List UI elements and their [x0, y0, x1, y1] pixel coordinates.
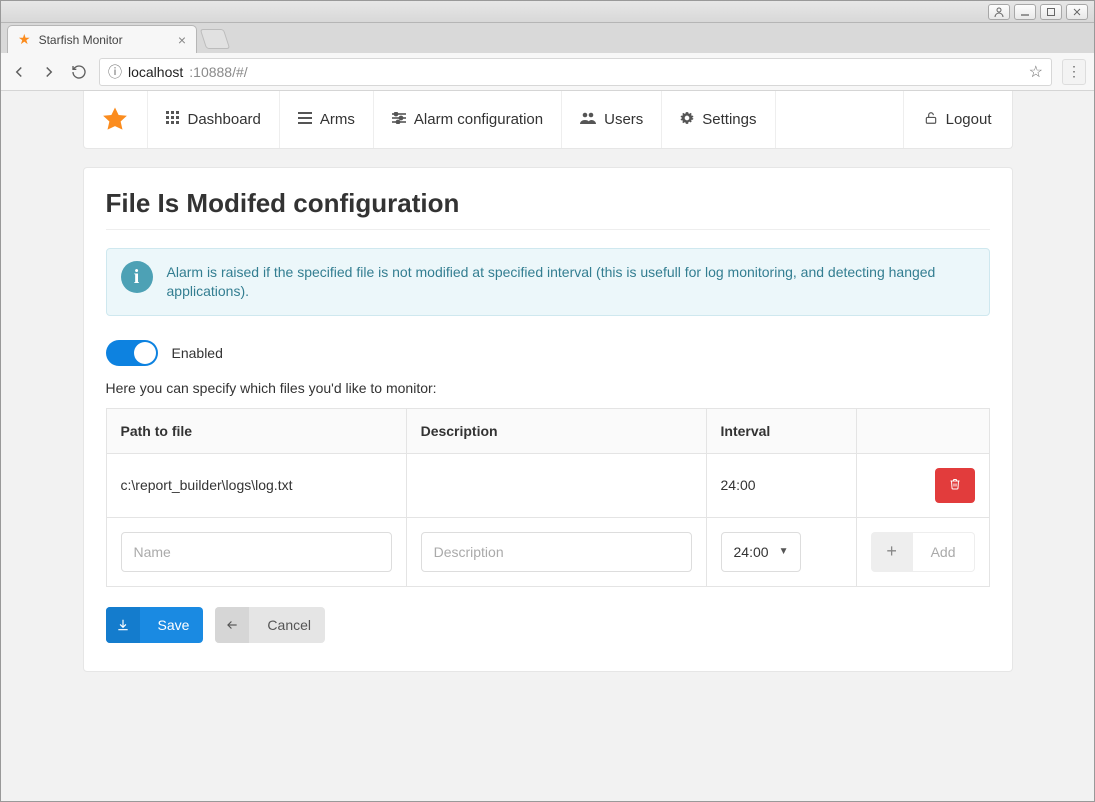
url-host: localhost: [128, 64, 183, 80]
new-row: 24:00 ▼ + Add: [106, 517, 989, 586]
gear-icon: [680, 111, 694, 129]
nav-label: Settings: [702, 111, 756, 128]
new-tab-button[interactable]: [200, 29, 230, 49]
new-description-input[interactable]: [421, 532, 692, 572]
nav-users[interactable]: Users: [562, 91, 662, 148]
nav-label: Arms: [320, 111, 355, 128]
save-button[interactable]: Save: [106, 607, 204, 643]
nav-settings[interactable]: Settings: [662, 91, 775, 148]
window-titlebar: [1, 1, 1094, 23]
address-bar[interactable]: ⓘ localhost :10888/#/ ☆: [99, 58, 1052, 86]
page-viewport: Dashboard Arms Alarm configuration: [1, 91, 1094, 801]
cell-path: c:\report_builder\logs\log.txt: [106, 453, 406, 517]
cancel-label: Cancel: [267, 617, 311, 633]
nav-spacer: [776, 91, 904, 148]
nav-label: Alarm configuration: [414, 111, 543, 128]
nav-label: Dashboard: [188, 111, 261, 128]
browser-tab-active[interactable]: ★ Starfish Monitor ×: [7, 25, 197, 53]
trash-icon: [949, 477, 961, 494]
form-actions: Save Cancel: [106, 607, 990, 643]
nav-dashboard[interactable]: Dashboard: [148, 91, 280, 148]
window-user-icon[interactable]: [988, 4, 1010, 20]
download-icon: [106, 607, 140, 643]
forward-button[interactable]: [39, 62, 59, 82]
browser-tab-title: Starfish Monitor: [39, 33, 123, 47]
interval-select[interactable]: 24:00 ▼: [721, 532, 802, 572]
window-close-button[interactable]: [1066, 4, 1088, 20]
browser-menu-button[interactable]: ⋮: [1062, 59, 1086, 85]
files-table: Path to file Description Interval c:\rep…: [106, 408, 990, 587]
page-title: File Is Modifed configuration: [106, 188, 990, 230]
browser-toolbar: ⓘ localhost :10888/#/ ☆ ⋮: [1, 53, 1094, 91]
os-window: ★ Starfish Monitor × ⓘ localhost :10888/#…: [0, 0, 1095, 802]
enabled-label: Enabled: [172, 345, 223, 361]
cell-interval: 24:00: [706, 453, 856, 517]
info-alert: i Alarm is raised if the specified file …: [106, 248, 990, 316]
star-icon: ★: [18, 31, 31, 48]
add-label: Add: [931, 544, 956, 560]
site-info-icon[interactable]: ⓘ: [108, 62, 122, 82]
plus-icon: +: [886, 541, 897, 562]
nav-label: Users: [604, 111, 643, 128]
add-button[interactable]: Add: [913, 532, 975, 572]
add-plus-button[interactable]: +: [871, 532, 913, 572]
bookmark-star-icon[interactable]: ☆: [1029, 62, 1043, 82]
cell-description: [406, 453, 706, 517]
interval-value: 24:00: [734, 544, 769, 560]
th-interval: Interval: [706, 408, 856, 453]
back-button[interactable]: [9, 62, 29, 82]
sliders-icon: [392, 111, 406, 128]
enabled-toggle[interactable]: [106, 340, 158, 366]
close-icon[interactable]: ×: [178, 32, 186, 48]
browser-tabstrip: ★ Starfish Monitor ×: [1, 23, 1094, 53]
reload-button[interactable]: [69, 62, 89, 82]
list-icon: [298, 111, 312, 128]
window-maximize-button[interactable]: [1040, 4, 1062, 20]
info-icon: i: [121, 261, 153, 293]
main-panel: File Is Modifed configuration i Alarm is…: [83, 167, 1013, 672]
nav-alarm-config[interactable]: Alarm configuration: [374, 91, 562, 148]
unlock-icon: [924, 111, 938, 129]
nav-arms[interactable]: Arms: [280, 91, 374, 148]
th-actions: [856, 408, 989, 453]
nav-logout[interactable]: Logout: [904, 91, 1012, 148]
app-navbar: Dashboard Arms Alarm configuration: [83, 91, 1013, 149]
back-arrow-icon: [215, 607, 249, 643]
url-rest: :10888/#/: [189, 64, 247, 80]
window-minimize-button[interactable]: [1014, 4, 1036, 20]
cancel-button[interactable]: Cancel: [215, 607, 325, 643]
monitor-subtext: Here you can specify which files you'd l…: [106, 380, 990, 396]
info-text: Alarm is raised if the specified file is…: [167, 264, 936, 299]
delete-row-button[interactable]: [935, 468, 975, 503]
th-path: Path to file: [106, 408, 406, 453]
table-row: c:\report_builder\logs\log.txt 24:00: [106, 453, 989, 517]
nav-label: Logout: [946, 111, 992, 128]
chevron-down-icon: ▼: [779, 546, 789, 557]
save-label: Save: [158, 617, 190, 633]
grid-icon: [166, 111, 180, 129]
th-description: Description: [406, 408, 706, 453]
brand-logo[interactable]: [84, 91, 148, 148]
new-name-input[interactable]: [121, 532, 392, 572]
users-icon: [580, 111, 596, 128]
